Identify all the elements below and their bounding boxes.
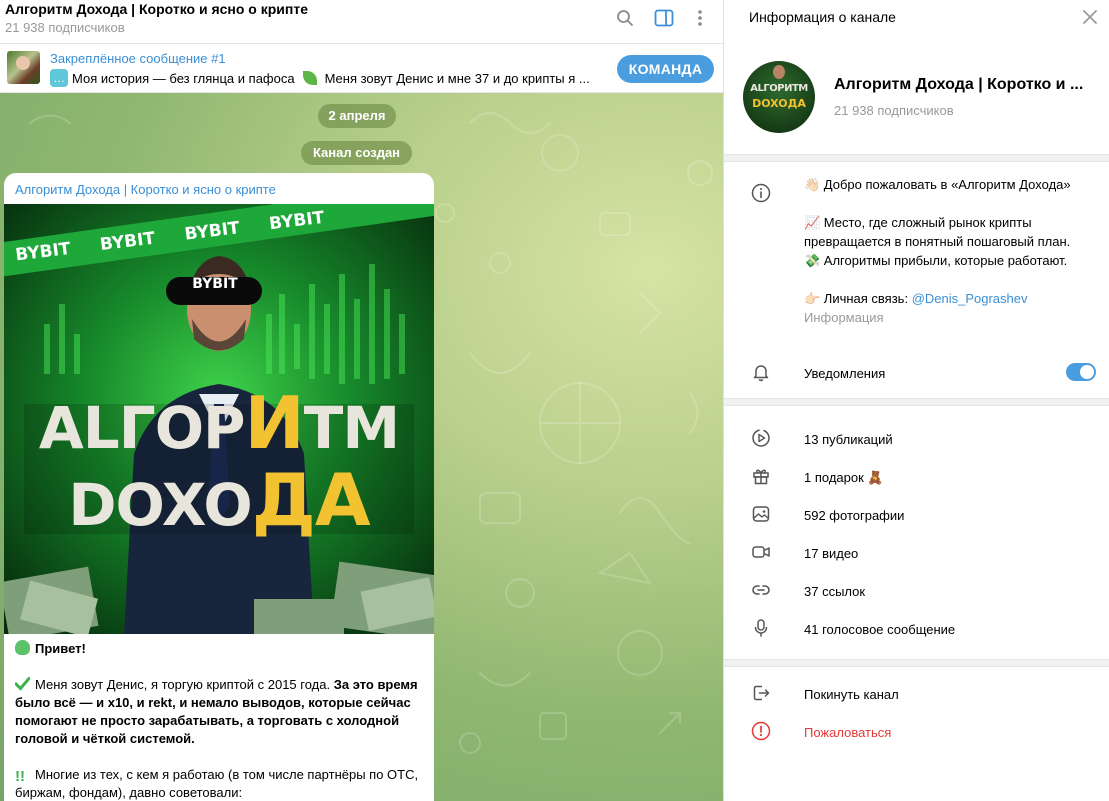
- double-exclamation-icon: !!: [15, 768, 25, 785]
- search-icon[interactable]: [614, 7, 636, 29]
- media-photos[interactable]: 592 фотографии: [804, 508, 904, 523]
- posts-icon: [751, 428, 771, 448]
- leave-icon: [751, 683, 771, 703]
- pinned-message-bar[interactable]: Закреплённое сообщение #1 … Моя история …: [0, 44, 723, 93]
- sidebar-toggle-icon[interactable]: [653, 7, 675, 29]
- headline-part: ALГОР: [38, 394, 246, 462]
- message-paragraph-2: !! Многие из тех, с кем я работаю (в том …: [15, 766, 425, 801]
- description-line: 💸 Алгоритмы прибыли, которые работают.: [804, 253, 1068, 268]
- description-line: 📈 Место, где сложный рынок крипты: [804, 215, 1032, 230]
- avatar-text-2: DOXOДА: [752, 97, 806, 110]
- video-icon: [751, 542, 771, 562]
- leave-channel-button[interactable]: Покинуть канал: [804, 687, 899, 702]
- channel-avatar[interactable]: ALГОРИТМ DOXOДА: [743, 61, 815, 133]
- channel-subscribers: 21 938 подписчиков: [834, 103, 954, 118]
- description-line: 👋🏻 Добро пожаловать в «Алгоритм Дохода»: [804, 177, 1071, 192]
- channel-name: Алгоритм Дохода | Коротко и ...: [834, 76, 1084, 93]
- photo-headline-1: ALГОРИТМ: [4, 387, 434, 462]
- leaf-emoji-icon: [302, 71, 317, 85]
- description-caption: Информация: [804, 310, 884, 325]
- date-pill: 2 апреля: [318, 104, 396, 128]
- chat-background: 2 апреля Канал создан Алгоритм Дохода | …: [0, 93, 723, 801]
- speech-bubble-emoji-icon: …: [50, 69, 68, 87]
- chat-subscribers: 21 938 подписчиков: [5, 20, 125, 35]
- pinned-text-b: Меня зовут Денис и мне 37 и до крипты я …: [324, 70, 590, 86]
- greeting-text: Привет!: [35, 641, 86, 656]
- channel-info-panel: Информация о канале ALГОРИТМ DOXOДА Алго…: [723, 0, 1109, 801]
- section-divider: [724, 398, 1109, 406]
- message-photo[interactable]: BYBIT BYBIT BYBIT BYBIT BYBIT ALГОРИТМ D…: [4, 204, 434, 634]
- team-button[interactable]: КОМАНДА: [617, 55, 714, 83]
- headline-accent: ДА: [251, 458, 371, 542]
- channel-message[interactable]: Алгоритм Дохода | Коротко и ясно о крипт…: [4, 173, 434, 801]
- channel-description: 👋🏻 Добро пожаловать в «Алгоритм Дохода» …: [804, 175, 1104, 327]
- bell-icon: [751, 362, 771, 382]
- media-links[interactable]: 37 ссылок: [804, 584, 865, 599]
- heart-emoji-icon: [15, 640, 30, 655]
- chat-title[interactable]: Алгоритм Дохода | Коротко и ясно о крипт…: [5, 1, 308, 17]
- close-icon[interactable]: [1081, 8, 1099, 26]
- section-divider: [724, 154, 1109, 162]
- paragraph-2-text: Многие из тех, с кем я работаю (в том чи…: [15, 767, 419, 800]
- media-videos[interactable]: 17 видео: [804, 546, 858, 561]
- media-posts[interactable]: 13 публикаций: [804, 432, 893, 447]
- gift-icon: [751, 466, 771, 486]
- description-line: превращается в понятный пошаговый план.: [804, 234, 1071, 249]
- censor-bybit-label: BYBIT: [192, 276, 238, 292]
- message-text: Привет! Меня зовут Денис, я торгую крипт…: [14, 640, 425, 801]
- photo-headline-2: DOXOДА: [4, 464, 434, 539]
- pinned-title: Закреплённое сообщение #1: [50, 51, 226, 66]
- photo-icon: [751, 504, 771, 524]
- media-gifts[interactable]: 1 подарок 🧸: [804, 470, 884, 486]
- notifications-label: Уведомления: [804, 366, 886, 381]
- section-divider: [724, 659, 1109, 667]
- description-contact: 👉🏻 Личная связь: @Denis_Pograshev: [804, 289, 1104, 308]
- info-icon: [751, 183, 771, 203]
- link-icon: [751, 580, 771, 600]
- message-paragraph-1: Меня зовут Денис, я торгую криптой с 201…: [14, 676, 425, 748]
- paragraph-1-plain: Меня зовут Денис, я торгую криптой с 201…: [35, 677, 334, 692]
- pinned-text: … Моя история — без глянца и пафоса Меня…: [50, 69, 600, 87]
- media-voice[interactable]: 41 голосовое сообщение: [804, 622, 955, 637]
- message-greeting: Привет!: [15, 640, 425, 658]
- message-author[interactable]: Алгоритм Дохода | Коротко и ясно о крипт…: [15, 182, 276, 197]
- report-button[interactable]: Пожаловаться: [804, 725, 891, 740]
- headline-part: ТМ: [303, 394, 400, 462]
- report-icon: [751, 721, 771, 741]
- avatar-text-1: ALГОРИТМ: [750, 83, 808, 94]
- contact-link[interactable]: @Denis_Pograshev: [912, 291, 1028, 306]
- check-mark-icon: [14, 676, 31, 691]
- chat-area: Алгоритм Дохода | Коротко и ясно о крипт…: [0, 0, 723, 801]
- headline-accent: И: [244, 381, 305, 465]
- more-menu-icon[interactable]: [689, 7, 711, 29]
- pinned-thumbnail: [7, 51, 40, 84]
- headline-part: DOXO: [68, 471, 252, 539]
- notifications-toggle[interactable]: [1066, 363, 1096, 381]
- chat-header[interactable]: Алгоритм Дохода | Коротко и ясно о крипт…: [0, 0, 723, 44]
- avatar-face: [773, 65, 785, 79]
- pinned-text-a: Моя история — без глянца и пафоса: [72, 70, 295, 86]
- contact-prefix: 👉🏻 Личная связь:: [804, 291, 912, 306]
- panel-title: Информация о канале: [749, 9, 896, 25]
- microphone-icon: [751, 618, 771, 638]
- channel-created-pill: Канал создан: [301, 141, 412, 165]
